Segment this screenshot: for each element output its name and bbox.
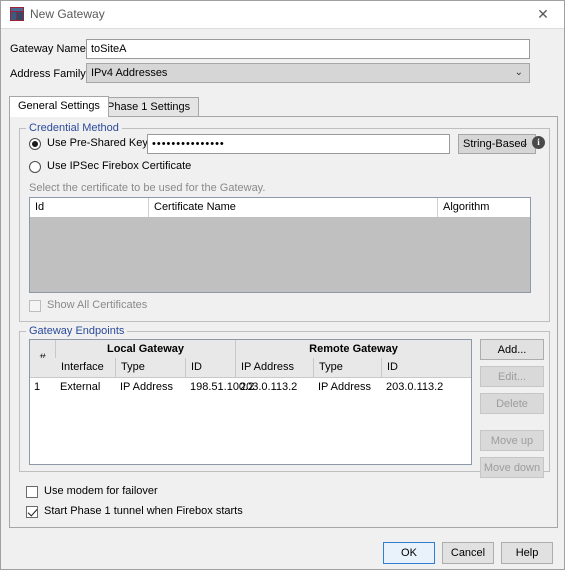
add-button[interactable]: Add...	[480, 339, 544, 360]
tab-phase1-settings-label: Phase 1 Settings	[107, 101, 191, 113]
row-local-type: IP Address	[120, 381, 173, 393]
radio-use-ipsec-certificate-label[interactable]: Use IPSec Firebox Certificate	[47, 160, 191, 172]
endpoints-col-remote-type[interactable]: Type	[314, 358, 382, 377]
start-phase1-checkbox[interactable]	[26, 506, 38, 518]
row-remote-id: 203.0.113.2	[386, 381, 444, 393]
certificate-col-id[interactable]: Id	[30, 198, 149, 217]
cancel-button[interactable]: Cancel	[442, 542, 494, 564]
address-family-select[interactable]: IPv4 Addresses ⌄	[86, 63, 530, 83]
window-title: New Gateway	[30, 7, 105, 21]
titlebar: New Gateway ✕	[1, 1, 564, 29]
preshared-key-input[interactable]	[147, 134, 450, 154]
psk-format-select[interactable]: String-Based ⌄	[458, 134, 536, 154]
radio-use-preshared-key-label[interactable]: Use Pre-Shared Key	[47, 137, 148, 149]
gateway-endpoints-title: Gateway Endpoints	[26, 325, 128, 337]
start-phase1-label[interactable]: Start Phase 1 tunnel when Firebox starts	[44, 505, 243, 517]
edit-button[interactable]: Edit...	[480, 366, 544, 387]
tabstrip: General Settings Phase 1 Settings	[9, 96, 558, 117]
tab-general-settings-label: General Settings	[18, 100, 100, 112]
radio-use-ipsec-certificate[interactable]	[29, 161, 41, 173]
endpoints-subheader-row: Interface Type ID IP Address Type ID	[30, 358, 471, 378]
gateway-endpoints-table: # Local Gateway Remote Gateway Interface…	[29, 339, 472, 465]
certificate-table: Id Certificate Name Algorithm	[29, 197, 531, 293]
gateway-name-input[interactable]	[86, 39, 530, 59]
address-family-label: Address Family:	[10, 68, 89, 80]
chevron-down-icon: ⌄	[520, 138, 529, 149]
row-interface: External	[60, 381, 101, 393]
delete-button[interactable]: Delete	[480, 393, 544, 414]
row-number: 1	[34, 381, 41, 393]
use-modem-label[interactable]: Use modem for failover	[44, 485, 158, 497]
row-remote-type: IP Address	[318, 381, 371, 393]
certificate-table-header: Id Certificate Name Algorithm	[30, 198, 530, 218]
ok-button[interactable]: OK	[383, 542, 435, 564]
endpoints-col-remote-id[interactable]: ID	[382, 358, 471, 377]
radio-use-preshared-key[interactable]	[29, 138, 41, 150]
endpoints-col-remote-ip[interactable]: IP Address	[236, 358, 314, 377]
certificate-hint: Select the certificate to be used for th…	[29, 182, 266, 194]
move-down-button[interactable]: Move down	[480, 457, 544, 478]
certificate-col-algorithm[interactable]: Algorithm	[438, 198, 530, 217]
move-up-button[interactable]: Move up	[480, 430, 544, 451]
endpoints-group-local-gateway[interactable]: Local Gateway	[56, 340, 236, 358]
endpoints-group-remote-gateway[interactable]: Remote Gateway	[236, 340, 471, 358]
chevron-down-icon: ⌄	[514, 67, 523, 78]
psk-format-value: String-Based	[463, 138, 527, 150]
help-button[interactable]: Help	[501, 542, 553, 564]
info-icon[interactable]: i	[532, 136, 545, 149]
row-remote-ip: 203.0.113.2	[240, 381, 298, 393]
close-icon[interactable]: ✕	[522, 1, 564, 27]
table-row[interactable]: 1 External IP Address 198.51.100.2 203.0…	[30, 378, 471, 396]
new-gateway-dialog: New Gateway ✕ Gateway Name: Address Fami…	[0, 0, 565, 570]
certificate-table-body	[30, 217, 530, 292]
app-window-icon	[10, 7, 24, 21]
show-all-certificates-label[interactable]: Show All Certificates	[47, 299, 147, 311]
endpoints-col-interface[interactable]: Interface	[56, 358, 116, 377]
tab-general-settings[interactable]: General Settings	[9, 96, 109, 117]
tab-phase1-settings[interactable]: Phase 1 Settings	[98, 97, 200, 117]
certificate-col-name[interactable]: Certificate Name	[149, 198, 438, 217]
endpoints-col-local-type[interactable]: Type	[116, 358, 186, 377]
use-modem-checkbox[interactable]	[26, 486, 38, 498]
endpoints-col-local-id[interactable]: ID	[186, 358, 236, 377]
endpoints-group-header-row: # Local Gateway Remote Gateway	[30, 340, 471, 377]
general-settings-panel: Credential Method Use Pre-Shared Key Str…	[9, 116, 558, 528]
show-all-certificates-checkbox[interactable]	[29, 300, 41, 312]
address-family-value: IPv4 Addresses	[91, 67, 168, 79]
radio-use-certificate-row: Use IPSec Firebox Certificate	[29, 160, 191, 173]
gateway-name-label: Gateway Name:	[10, 43, 89, 55]
credential-method-title: Credential Method	[26, 122, 122, 134]
